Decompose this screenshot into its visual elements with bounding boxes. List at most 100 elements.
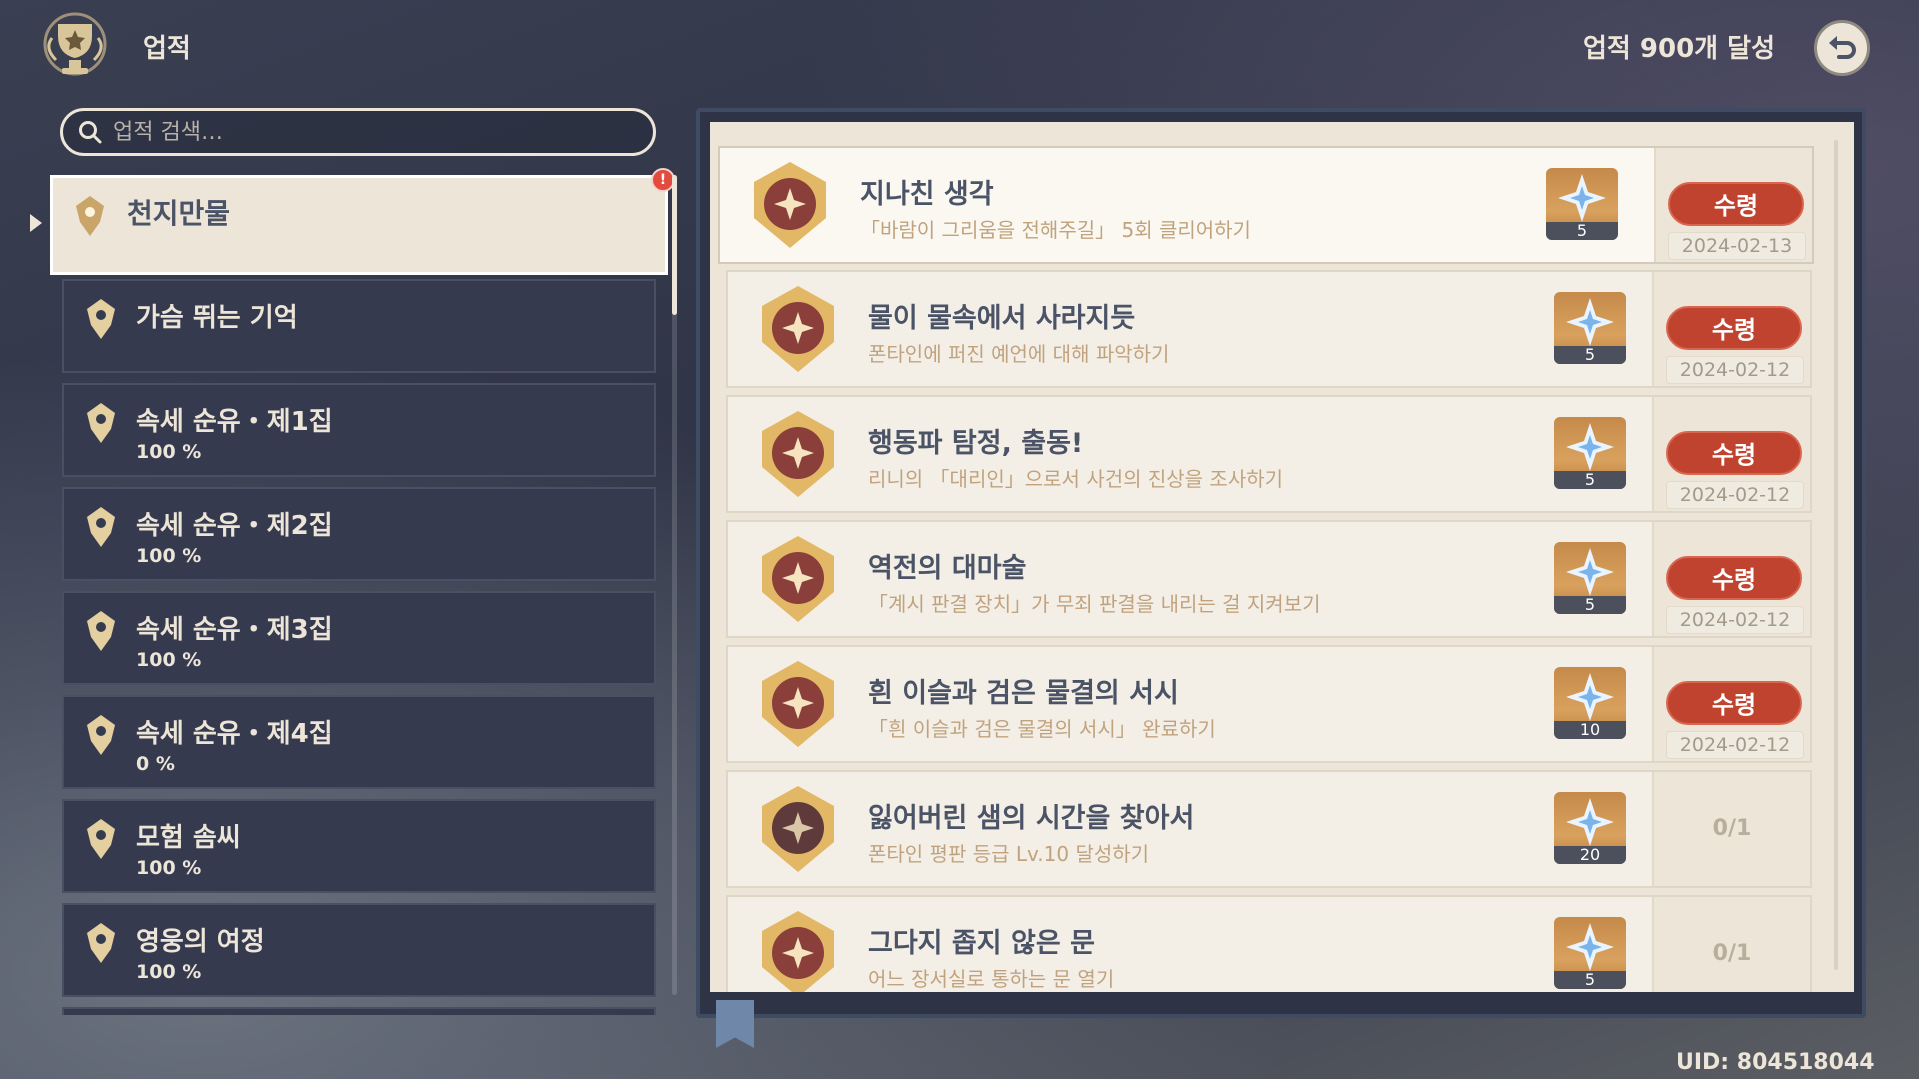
primogem-reward: 5 bbox=[1546, 168, 1618, 240]
category-name: 속세 순유・제1집 bbox=[136, 407, 333, 437]
category-emblem-icon bbox=[87, 923, 115, 963]
achievement-row: 물이 물속에서 사라지듯 폰타인에 퍼진 예언에 대해 파악하기 5 수령 20… bbox=[726, 270, 1812, 388]
category-list: 천지만물 가슴 뛰는 기억 속세 순유・제1집 100 % 속세 순유・제2집 … bbox=[50, 175, 670, 1015]
category-name: 영웅의 여정 bbox=[136, 927, 265, 957]
category-item[interactable]: 속세 순유・제1집 100 % bbox=[62, 383, 656, 477]
achievement-desc: 어느 장서실로 통하는 문 열기 bbox=[868, 967, 1115, 991]
back-arrow-icon bbox=[1829, 36, 1856, 59]
claim-button[interactable]: 수령 bbox=[1666, 431, 1802, 475]
claim-button[interactable]: 수령 bbox=[1668, 182, 1804, 226]
category-item[interactable]: 가슴 뛰는 기억 bbox=[62, 279, 656, 373]
achievement-status: 수령 2024-02-12 bbox=[1652, 522, 1810, 636]
category-item[interactable] bbox=[62, 1007, 656, 1015]
achievement-progress: 0/1 bbox=[1712, 941, 1752, 966]
achievement-row: 그다지 좁지 않은 문 어느 장서실로 통하는 문 열기 5 0/1 bbox=[726, 895, 1812, 992]
claim-button[interactable]: 수령 bbox=[1666, 306, 1802, 350]
primogem-reward: 5 bbox=[1554, 542, 1626, 614]
search-input[interactable] bbox=[111, 118, 635, 146]
category-percent: 100 % bbox=[136, 961, 202, 983]
category-item[interactable]: 속세 순유・제4집 0 % bbox=[62, 695, 656, 789]
completion-date: 2024-02-12 bbox=[1666, 731, 1804, 759]
achievement-medal-icon bbox=[762, 786, 834, 872]
achievement-medal-icon bbox=[762, 661, 834, 747]
category-emblem-icon bbox=[87, 507, 115, 547]
achievement-list: 지나친 생각 「바람이 그리움을 전해주길」 5회 클리어하기 5 수령 202… bbox=[710, 122, 1854, 992]
achievement-title: 흰 이슬과 검은 물결의 서시 bbox=[868, 678, 1179, 709]
back-button[interactable] bbox=[1814, 20, 1870, 76]
category-emblem-icon bbox=[87, 715, 115, 755]
reward-count: 20 bbox=[1554, 846, 1626, 864]
primogem-reward: 5 bbox=[1554, 417, 1626, 489]
primogem-icon bbox=[1566, 423, 1614, 471]
achievement-row: 지나친 생각 「바람이 그리움을 전해주길」 5회 클리어하기 5 수령 202… bbox=[718, 146, 1814, 264]
category-emblem-icon bbox=[87, 611, 115, 651]
category-emblem-icon bbox=[87, 299, 115, 339]
achievement-title: 지나친 생각 bbox=[860, 179, 994, 210]
category-item[interactable]: 영웅의 여정 100 % bbox=[62, 903, 656, 997]
category-item-selected[interactable]: 천지만물 bbox=[50, 175, 668, 275]
claim-button[interactable]: 수령 bbox=[1666, 681, 1802, 725]
category-name: 속세 순유・제3집 bbox=[136, 615, 333, 645]
achievement-desc: 폰타인에 퍼진 예언에 대해 파악하기 bbox=[868, 342, 1170, 366]
category-emblem-icon bbox=[76, 196, 104, 236]
achievement-desc: 폰타인 평판 등급 Lv.10 달성하기 bbox=[868, 842, 1150, 866]
achievement-status: 수령 2024-02-13 bbox=[1654, 148, 1812, 262]
reward-count: 5 bbox=[1554, 471, 1626, 489]
category-item[interactable]: 속세 순유・제2집 100 % bbox=[62, 487, 656, 581]
achievement-desc: 「바람이 그리움을 전해주길」 5회 클리어하기 bbox=[860, 218, 1251, 242]
category-name: 가슴 뛰는 기억 bbox=[136, 303, 298, 333]
achievement-desc: 리니의 「대리인」으로서 사건의 진상을 조사하기 bbox=[868, 467, 1284, 491]
achievement-title: 물이 물속에서 사라지듯 bbox=[868, 303, 1136, 334]
primogem-icon bbox=[1566, 298, 1614, 346]
achievement-medal-icon bbox=[762, 536, 834, 622]
page-title: 업적 bbox=[143, 34, 191, 64]
achievement-progress: 0/1 bbox=[1712, 816, 1752, 841]
reward-count: 5 bbox=[1554, 971, 1626, 989]
achievement-row: 흰 이슬과 검은 물결의 서시 「흰 이슬과 검은 물결의 서시」 완료하기 1… bbox=[726, 645, 1812, 763]
bookmark-ribbon-icon bbox=[716, 1000, 754, 1048]
search-icon bbox=[79, 121, 102, 144]
achievement-scrollbar[interactable] bbox=[1834, 140, 1838, 970]
primogem-icon bbox=[1558, 174, 1606, 222]
category-emblem-icon bbox=[87, 403, 115, 443]
category-percent: 0 % bbox=[136, 753, 175, 775]
primogem-icon bbox=[1566, 798, 1614, 846]
achievement-row: 행동파 탐정, 출동! 리니의 「대리인」으로서 사건의 진상을 조사하기 5 … bbox=[726, 395, 1812, 513]
achievement-desc: 「계시 판결 장치」가 무죄 판결을 내리는 걸 지켜보기 bbox=[868, 592, 1321, 616]
completion-date: 2024-02-12 bbox=[1666, 481, 1804, 509]
achievement-status: 수령 2024-02-12 bbox=[1652, 397, 1810, 511]
category-emblem-icon bbox=[87, 819, 115, 859]
search-bar[interactable] bbox=[60, 108, 656, 156]
achievement-trophy-icon bbox=[43, 12, 107, 76]
reward-count: 10 bbox=[1554, 721, 1626, 739]
primogem-icon bbox=[1566, 673, 1614, 721]
category-name: 천지만물 bbox=[127, 197, 231, 230]
achievement-title: 잃어버린 샘의 시간을 찾아서 bbox=[868, 803, 1195, 834]
achievement-status: 수령 2024-02-12 bbox=[1652, 647, 1810, 761]
category-item[interactable]: 속세 순유・제3집 100 % bbox=[62, 591, 656, 685]
completion-date: 2024-02-13 bbox=[1668, 232, 1806, 260]
achievement-medal-icon bbox=[762, 411, 834, 497]
category-percent: 100 % bbox=[136, 857, 202, 879]
achievement-status: 수령 2024-02-12 bbox=[1652, 272, 1810, 386]
achievement-row: 잃어버린 샘의 시간을 찾아서 폰타인 평판 등급 Lv.10 달성하기 20 … bbox=[726, 770, 1812, 888]
primogem-icon bbox=[1566, 548, 1614, 596]
claim-button[interactable]: 수령 bbox=[1666, 556, 1802, 600]
reward-count: 5 bbox=[1554, 596, 1626, 614]
reward-count: 5 bbox=[1554, 346, 1626, 364]
category-name: 속세 순유・제2집 bbox=[136, 511, 333, 541]
achievement-medal-icon bbox=[754, 162, 826, 248]
achievement-status: 0/1 bbox=[1652, 772, 1810, 886]
achievement-count: 업적 900개 달성 bbox=[1583, 34, 1775, 64]
category-name: 속세 순유・제4집 bbox=[136, 719, 333, 749]
achievement-title: 행동파 탐정, 출동! bbox=[868, 428, 1084, 459]
achievement-desc: 「흰 이슬과 검은 물결의 서시」 완료하기 bbox=[868, 717, 1216, 741]
category-scrollbar-thumb[interactable] bbox=[672, 175, 677, 315]
achievement-status: 0/1 bbox=[1652, 897, 1810, 992]
category-name: 모험 솜씨 bbox=[136, 823, 241, 853]
achievement-medal-icon bbox=[762, 286, 834, 372]
category-item[interactable]: 모험 솜씨 100 % bbox=[62, 799, 656, 893]
category-percent: 100 % bbox=[136, 441, 202, 463]
user-id: UID: 804518044 bbox=[1676, 1050, 1875, 1075]
achievement-title: 그다지 좁지 않은 문 bbox=[868, 928, 1095, 959]
